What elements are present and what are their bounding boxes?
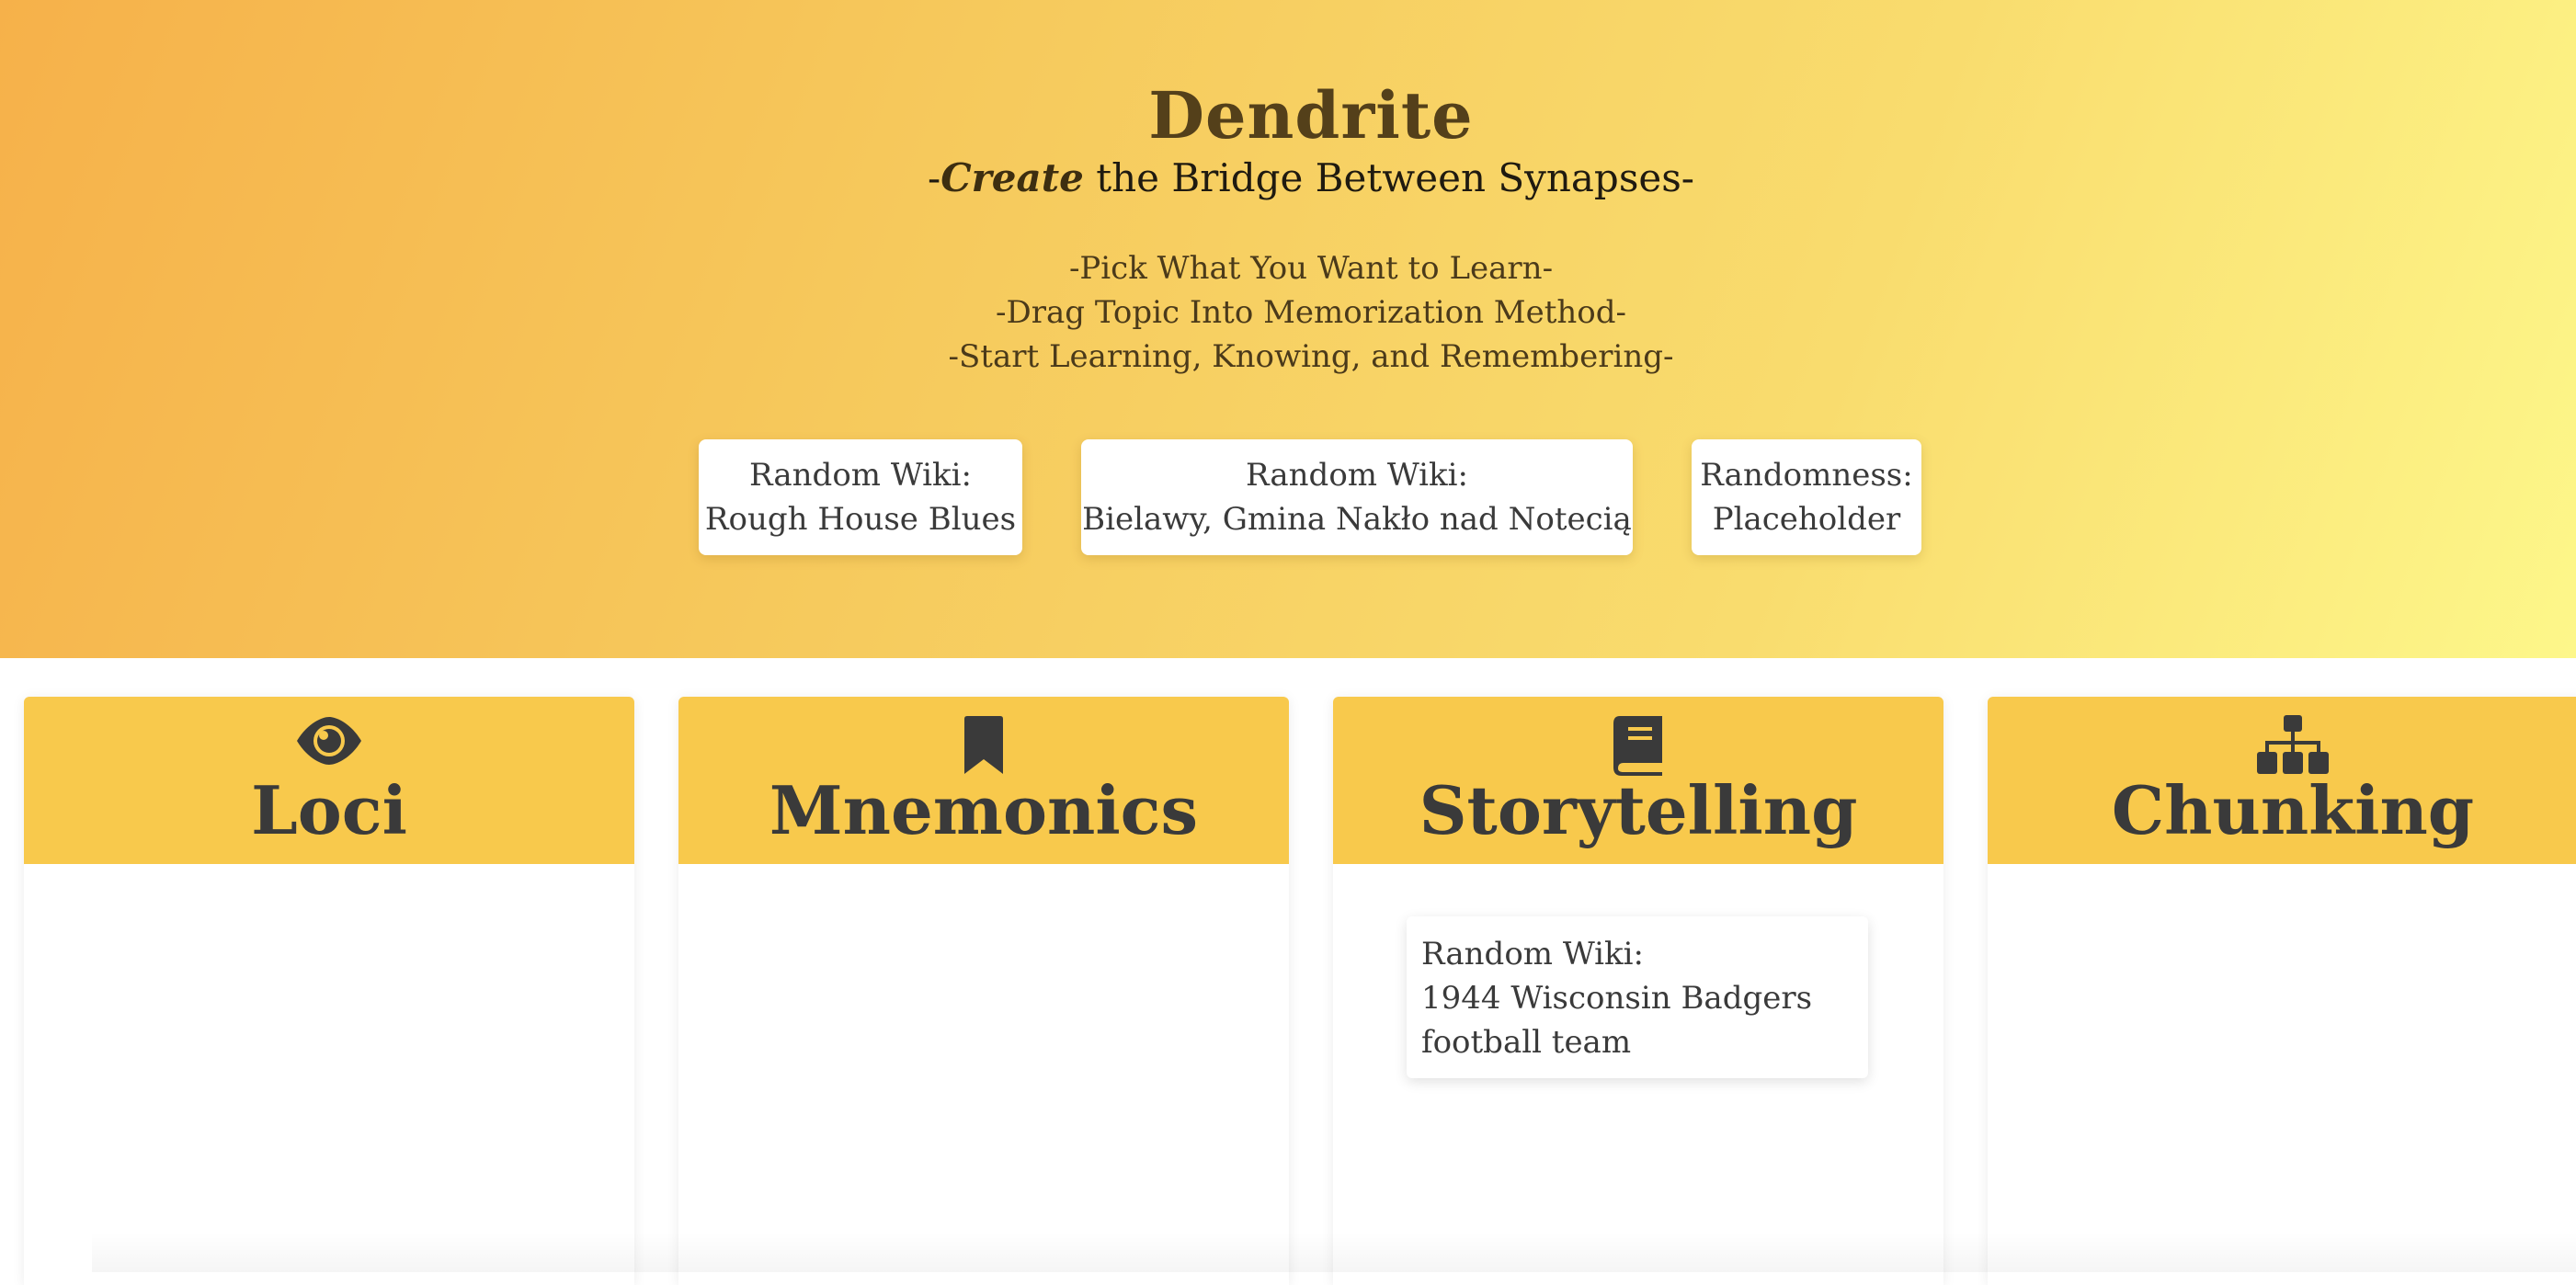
instruction-step: -Drag Topic Into Memorization Method- — [996, 294, 1626, 331]
tagline-rest: the Bridge Between Synapses- — [1083, 155, 1694, 200]
instruction-step: -Pick What You Want to Learn- — [1068, 250, 1554, 287]
topic-card-label: Randomness: — [1700, 457, 1913, 494]
method-column-chunking[interactable]: Chunking — [1988, 697, 2576, 1285]
topic-card-value-line1: 1944 Wisconsin Badgers — [1421, 980, 1813, 1017]
topic-card-label: Random Wiki: — [1246, 457, 1468, 494]
tagline: -Create the Bridge Between Synapses- — [0, 153, 2576, 204]
topic-card-label: Random Wiki: — [1421, 936, 1644, 972]
column-header: Loci — [24, 697, 634, 864]
topic-card-placeholder[interactable]: Randomness: Placeholder — [1692, 439, 1921, 555]
topic-card-value-line2: football team — [1421, 1024, 1632, 1061]
topic-card-label: Random Wiki: — [749, 457, 972, 494]
app-title: Dendrite — [1148, 77, 1474, 154]
topic-card-rough-house-blues[interactable]: Random Wiki: Rough House Blues — [699, 439, 1022, 555]
column-header: Mnemonics — [678, 697, 1289, 864]
instructions: -Pick What You Want to Learn- -Drag Topi… — [0, 246, 2576, 379]
topic-card-bielawy[interactable]: Random Wiki: Bielawy, Gmina Nakło nad No… — [1081, 439, 1633, 555]
column-header: Storytelling — [1333, 697, 1943, 864]
column-title: Mnemonics — [769, 771, 1199, 849]
topic-card-value: Rough House Blues — [704, 501, 1017, 538]
method-column-mnemonics[interactable]: Mnemonics — [678, 697, 1289, 1285]
instruction-step: -Start Learning, Knowing, and Rememberin… — [948, 338, 1674, 375]
hero-banner: Dendrite -Create the Bridge Between Syna… — [0, 0, 2576, 658]
column-header: Chunking — [1988, 697, 2576, 864]
column-title: Loci — [251, 771, 407, 849]
tagline-prefix: - — [928, 155, 941, 200]
method-column-loci[interactable]: Loci — [24, 697, 634, 1285]
topic-card-value: Bielawy, Gmina Nakło nad Notecią — [1082, 501, 1632, 538]
column-title: Chunking — [2111, 771, 2475, 849]
dropped-topic-card[interactable]: Random Wiki: 1944 Wisconsin Badgers foot… — [1407, 916, 1868, 1078]
tagline-emphasis: Create — [940, 155, 1084, 200]
topic-card-value: Placeholder — [1712, 501, 1901, 538]
column-title: Storytelling — [1419, 771, 1858, 849]
